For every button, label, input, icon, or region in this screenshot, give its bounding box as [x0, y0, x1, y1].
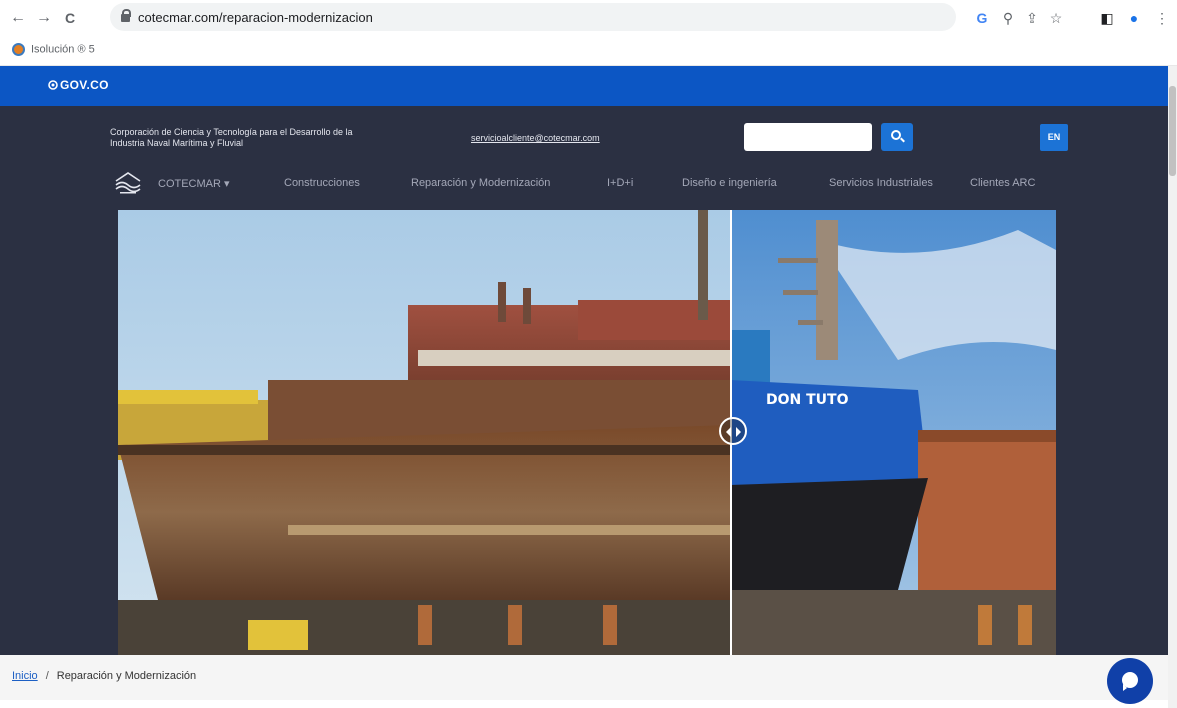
forward-icon[interactable]: →	[34, 8, 54, 28]
bookmarks-bar: Isolución ® 5	[0, 36, 1177, 66]
govco-emblem-icon	[48, 80, 58, 90]
google-icon[interactable]: G	[972, 8, 992, 28]
bookmark-label: Isolución ® 5	[31, 43, 95, 56]
language-toggle-button[interactable]: EN	[1040, 124, 1068, 151]
bookmark-star-icon[interactable]: ☆	[1046, 8, 1066, 28]
nav-item-reparacion[interactable]: Reparación y Modernización	[411, 177, 550, 189]
lock-icon	[120, 9, 131, 23]
browser-toolbar: ← → C cotecmar.com/reparacion-modernizac…	[0, 0, 1177, 36]
chat-button[interactable]	[1107, 658, 1153, 704]
profile-avatar-icon[interactable]: ●	[1124, 8, 1144, 28]
nav-item-diseno[interactable]: Diseño e ingeniería	[682, 177, 777, 189]
ship-comparison-illustration: DON TUTO	[118, 210, 1056, 655]
scrollbar-thumb[interactable]	[1169, 86, 1176, 176]
nav-item-construcciones[interactable]: Construcciones	[284, 177, 360, 189]
main-navigation: COTECMAR ▾ Construcciones Reparación y M…	[0, 166, 1168, 200]
arrow-right-icon	[736, 427, 741, 437]
govco-logo[interactable]: GOV.CO	[48, 78, 109, 92]
isolucion-favicon-icon	[12, 43, 25, 56]
share-icon[interactable]: ⇪	[1022, 8, 1042, 28]
site-header: Corporación de Ciencia y Tecnología para…	[0, 106, 1168, 210]
breadcrumb-home-link[interactable]: Inicio	[12, 670, 38, 682]
govco-logo-text: GOV.CO	[60, 78, 109, 92]
breadcrumb-separator: /	[45, 670, 49, 682]
address-url[interactable]: cotecmar.com/reparacion-modernizacion	[138, 10, 373, 25]
address-bar[interactable]: cotecmar.com/reparacion-modernizacion	[110, 3, 956, 31]
breadcrumb-bar: Inicio / Reparación y Modernización	[0, 655, 1168, 700]
arrow-left-icon	[726, 427, 731, 437]
search-input[interactable]	[744, 123, 872, 151]
zoom-icon[interactable]: ⚲	[998, 8, 1018, 28]
nav-item-idi[interactable]: I+D+i	[607, 177, 633, 189]
cotecmar-wave-logo-icon	[115, 172, 141, 194]
comparison-slider-handle[interactable]	[719, 417, 747, 445]
cotecmar-logo[interactable]	[114, 169, 142, 195]
bookmark-isolucion[interactable]: Isolución ® 5	[12, 43, 95, 59]
nav-item-clientes-arc[interactable]: Clientes ARC	[970, 177, 1035, 189]
search-button[interactable]	[881, 123, 913, 151]
page-scrollbar[interactable]	[1168, 66, 1177, 708]
back-icon[interactable]: ←	[8, 8, 28, 28]
breadcrumb-current: Reparación y Modernización	[56, 670, 197, 682]
browser-menu-icon[interactable]: ⋮	[1152, 8, 1172, 28]
organization-name: Corporación de Ciencia y Tecnología para…	[110, 127, 353, 148]
gov-banner: GOV.CO	[0, 66, 1168, 106]
breadcrumb: Inicio / Reparación y Modernización	[12, 670, 196, 682]
nav-item-cotecmar[interactable]: COTECMAR ▾	[158, 177, 230, 190]
ship-name-label: DON TUTO	[766, 392, 849, 408]
before-after-image-comparison[interactable]: DON TUTO	[118, 210, 1056, 655]
nav-item-servicios[interactable]: Servicios Industriales	[829, 177, 933, 189]
reload-icon[interactable]: C	[60, 8, 80, 28]
contact-email-link[interactable]: servicioalcliente@cotecmar.com	[471, 133, 600, 143]
side-panel-icon[interactable]: ◧	[1097, 8, 1117, 28]
